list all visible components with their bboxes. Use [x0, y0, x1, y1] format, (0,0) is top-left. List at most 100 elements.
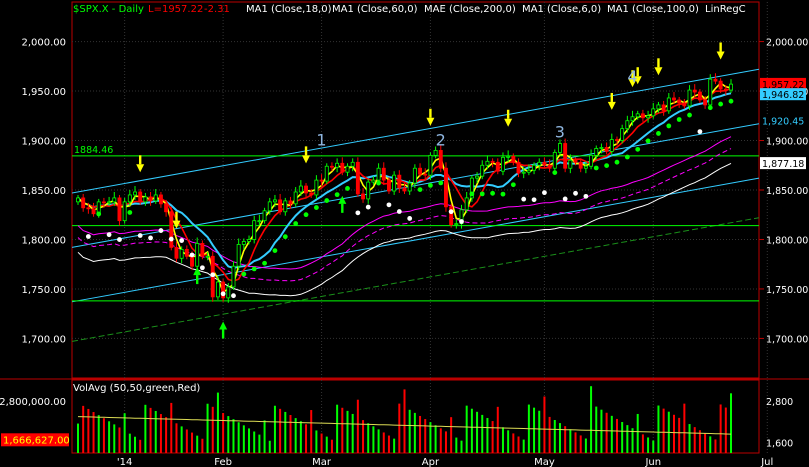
volume-bar: [460, 440, 463, 453]
volume-bar: [336, 404, 339, 453]
candle-body: [501, 156, 505, 172]
candle-body: [651, 108, 656, 117]
candle-body: [511, 155, 516, 163]
volume-bar: [724, 407, 727, 453]
candle-body: [594, 148, 599, 156]
candle-body: [381, 167, 386, 181]
candle-body: [86, 207, 91, 210]
volume-bar: [595, 406, 598, 453]
volume-bar: [424, 419, 427, 453]
study-linreg: LinRegC: [705, 4, 746, 15]
volume-bar: [393, 438, 396, 453]
candle-body: [640, 113, 645, 119]
signal-dot: [313, 205, 319, 210]
candle-body: [164, 203, 169, 213]
candle-body: [599, 147, 604, 149]
volume-bar: [600, 409, 603, 453]
volume-bar: [476, 411, 479, 453]
volume-bar: [351, 413, 354, 453]
candle-body: [475, 175, 480, 179]
candle-body: [376, 167, 381, 181]
volume-bar: [185, 429, 188, 453]
signal-dot: [687, 112, 692, 118]
candle-body: [335, 162, 340, 168]
price-tag: 1,877.18: [762, 159, 804, 170]
signal-dot: [593, 165, 599, 171]
chart-header: $SPX.X - Daily L=1957.22 -2.31 MA1 (Clos…: [73, 4, 746, 15]
volume-bar: [569, 429, 572, 453]
signal-dot: [386, 202, 392, 208]
volume-bar: [191, 432, 194, 453]
signal-dot: [365, 204, 371, 210]
signal-dot: [645, 138, 651, 144]
candle-body: [257, 220, 262, 223]
volume-bar: [196, 435, 199, 453]
candle-body: [454, 223, 459, 226]
volume-bar: [206, 403, 209, 453]
candle-body: [464, 197, 469, 211]
volume-bar: [258, 434, 261, 453]
volume-bar: [154, 410, 157, 453]
volume-tick-right: 1,600: [766, 439, 793, 450]
candle-body: [433, 150, 438, 156]
y-tick-left: 1,950.00: [21, 87, 66, 98]
candle-body: [532, 164, 537, 171]
volume-bar: [709, 436, 712, 453]
candle-body: [646, 115, 651, 119]
x-tick-label: Mar: [312, 457, 332, 467]
down-arrow-shaft: [138, 155, 142, 165]
price-tag: 1,920.45: [762, 116, 804, 127]
volume-bar: [180, 426, 183, 453]
signal-dot: [428, 182, 433, 188]
candle-body: [179, 248, 184, 259]
signal-dot: [438, 180, 444, 186]
candle-body: [418, 167, 423, 175]
down-arrow-shaft: [657, 58, 660, 68]
volume-bar: [678, 417, 681, 453]
candle-body: [615, 139, 619, 141]
signal-dot: [199, 265, 205, 271]
x-tick-label: Feb: [214, 457, 232, 467]
volume-bar: [434, 425, 437, 453]
candle-body: [231, 265, 236, 288]
volume-bar: [522, 439, 525, 453]
volume-bar: [647, 437, 650, 453]
down-arrow-shaft: [304, 146, 308, 156]
study-ma100: MA1 (Close,100,0): [607, 4, 699, 15]
symbol-label: $SPX.X - Daily: [73, 4, 144, 15]
candle-body: [666, 97, 671, 112]
signal-dot: [189, 252, 195, 258]
candle-body: [226, 286, 231, 299]
candle-body: [729, 83, 733, 91]
study-ma6: MA1 (Close,6,0): [522, 4, 601, 15]
spx-daily-chart: 2,000.00 1,950.00 1,900.00 1,850.00 1,800.00…: [0, 1, 809, 467]
candle-body: [350, 161, 355, 167]
candle-body: [133, 191, 137, 196]
candle-body: [506, 155, 511, 158]
signal-dot: [168, 236, 174, 242]
price-tags: 1,957.221,946.821,920.451,877.18: [760, 77, 806, 170]
volume-bar: [268, 440, 271, 453]
candle-body: [495, 161, 500, 172]
signal-dot: [656, 131, 661, 136]
candle-body: [329, 165, 334, 168]
x-tick-label: '14: [117, 457, 132, 467]
candle-body: [107, 201, 112, 204]
volume-bar: [242, 425, 245, 453]
volume-bar: [362, 420, 365, 453]
volume-bar: [408, 409, 411, 453]
volume-bar: [273, 405, 276, 453]
candle-body: [153, 194, 158, 202]
volume-bar: [730, 393, 732, 453]
candle-body: [620, 128, 625, 141]
candle-body: [304, 185, 308, 194]
price-panel: [71, 1, 760, 379]
candle-body: [656, 104, 661, 110]
y-tick-right: 1,700.00: [766, 334, 808, 345]
volume-bar: [299, 421, 302, 453]
signal-dot: [521, 196, 527, 202]
candle-body: [526, 169, 531, 173]
volume-bar: [553, 420, 556, 453]
date-axis: '14 Feb Mar Apr May Jun Jul: [117, 457, 773, 467]
signal-dot: [573, 190, 578, 196]
